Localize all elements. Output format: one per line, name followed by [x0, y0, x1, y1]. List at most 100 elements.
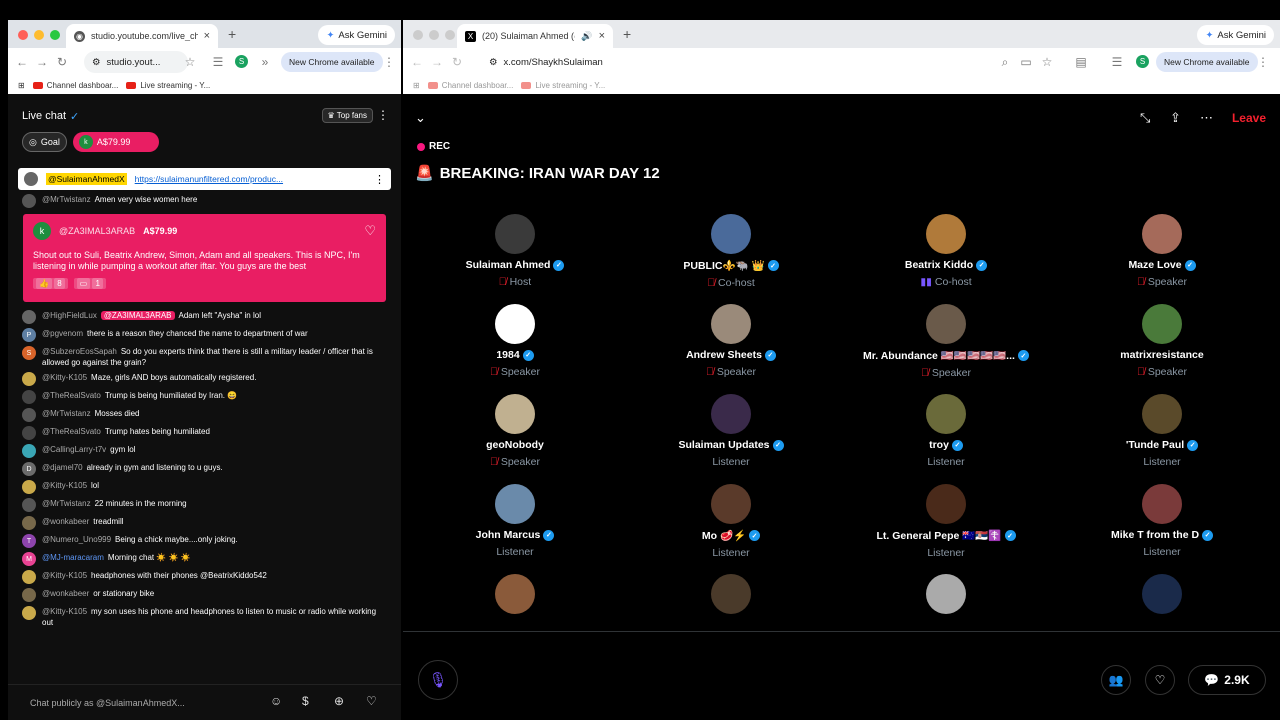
browser-tab[interactable]: X (20) Sulaiman Ahmed (@ 🔊 ×: [457, 24, 613, 48]
message-author[interactable]: @Kitty-K105: [42, 607, 87, 616]
message-author[interactable]: @CallingLarry-t7v: [42, 445, 106, 454]
collapse-chevron-icon[interactable]: ⌄: [415, 110, 426, 126]
superchat-author[interactable]: @ZA3IMAL3ARAB: [59, 226, 135, 236]
tab-search-icon[interactable]: ☰: [1107, 55, 1127, 69]
participant[interactable]: troy ✓ Listener: [846, 394, 1046, 468]
close-window-button[interactable]: [18, 30, 28, 40]
message-author[interactable]: @SubzeroEosSapah: [42, 347, 117, 356]
close-tab-icon[interactable]: ×: [204, 30, 210, 42]
participant[interactable]: geoNobody 🎙̸ Speaker: [415, 394, 615, 468]
emoji-icon[interactable]: ☺: [270, 694, 282, 708]
bookmark-live-streaming[interactable]: Live streaming - Y...: [521, 81, 605, 90]
message-author[interactable]: @MrTwistanz: [42, 195, 91, 204]
maximize-window-button[interactable]: [445, 30, 455, 40]
bookmark-star-icon[interactable]: ☆: [180, 55, 200, 69]
apps-grid-icon[interactable]: ⊞: [18, 81, 25, 90]
participant[interactable]: [415, 574, 615, 619]
profile-avatar[interactable]: S: [235, 55, 248, 68]
microphone-button[interactable]: 🎙: [418, 660, 458, 700]
people-button[interactable]: 👥: [1101, 665, 1131, 695]
participant[interactable]: [846, 574, 1046, 619]
message-author[interactable]: @MrTwistanz: [42, 499, 91, 508]
participant[interactable]: Maze Love ✓ 🎙̸ Speaker: [1062, 214, 1262, 288]
participant[interactable]: [631, 574, 831, 619]
sidepanel-icon[interactable]: ▤: [1071, 55, 1091, 69]
more-options-icon[interactable]: ⋯: [1200, 110, 1213, 126]
pinned-menu-icon[interactable]: ⋮: [374, 173, 385, 186]
pinned-message[interactable]: @SulaimanAhmedX https://sulaimanunfilter…: [18, 168, 391, 190]
chat-input[interactable]: Chat publicly as @SulaimanAhmedX... ☺ $ …: [8, 684, 401, 720]
like-count[interactable]: 👍 8: [33, 278, 68, 289]
address-bar[interactable]: ⚙ x.com/ShaykhSulaiman: [481, 51, 1021, 73]
close-tab-icon[interactable]: ×: [599, 30, 605, 42]
message-author[interactable]: @MrTwistanz: [42, 409, 91, 418]
participant[interactable]: matrixresistance 🎙̸ Speaker: [1062, 304, 1262, 378]
message-author[interactable]: @Kitty-K105: [42, 481, 87, 490]
pinned-link[interactable]: https://sulaimanunfiltered.com/produc...: [135, 174, 283, 184]
reply-count[interactable]: ▭ 1: [73, 278, 106, 289]
new-tab-button[interactable]: +: [228, 26, 236, 42]
reload-icon[interactable]: ↻: [447, 55, 467, 69]
back-icon[interactable]: ←: [407, 55, 427, 69]
browser-tab[interactable]: ◉ studio.youtube.com/live_chat ×: [66, 24, 218, 48]
message-author[interactable]: @djamel70: [42, 463, 83, 472]
zoom-icon[interactable]: ⌕: [995, 55, 1015, 70]
site-info-icon[interactable]: ⚙: [92, 57, 101, 68]
bookmark-star-icon[interactable]: ☆: [1037, 55, 1057, 69]
chat-menu-icon[interactable]: ⋮: [377, 108, 389, 122]
participant[interactable]: John Marcus ✓ Listener: [415, 484, 615, 558]
profile-avatar[interactable]: S: [1136, 55, 1149, 68]
participant[interactable]: Mr. Abundance 🇺🇸🇺🇸🇺🇸🇺🇸🇺🇸... ✓ 🎙̸ Speaker: [846, 304, 1046, 379]
bookmark-channel-dashboard[interactable]: Channel dashboar...: [32, 81, 118, 90]
message-author[interactable]: @TheRealSvato: [42, 391, 101, 400]
speaker-icon[interactable]: 🔊: [581, 31, 592, 42]
participant[interactable]: [1062, 574, 1262, 619]
participant[interactable]: 'Tunde Paul ✓ Listener: [1062, 394, 1262, 468]
mention-tag[interactable]: @ZA3IMAL3ARAB: [100, 311, 175, 320]
message-author[interactable]: @wonkabeer: [42, 589, 89, 598]
address-bar[interactable]: ⚙ studio.yout...: [84, 51, 188, 73]
maximize-window-button[interactable]: [50, 30, 60, 40]
reload-icon[interactable]: ↻: [52, 55, 72, 69]
heart-icon[interactable]: ♡: [364, 223, 376, 239]
comments-button[interactable]: 💬 2.9K: [1188, 665, 1266, 695]
ask-gemini-button[interactable]: ✦ Ask Gemini: [318, 25, 395, 45]
minimize-window-button[interactable]: [429, 30, 439, 40]
new-chrome-button[interactable]: New Chrome available: [281, 52, 383, 72]
message-author[interactable]: @MJ-maracaram: [42, 553, 104, 562]
minimize-window-button[interactable]: [34, 30, 44, 40]
apps-grid-icon[interactable]: ⊞: [413, 81, 420, 90]
message-author[interactable]: @wonkabeer: [42, 517, 89, 526]
participant[interactable]: 1984 ✓ 🎙̸ Speaker: [415, 304, 615, 378]
participant[interactable]: PUBLIC⚜️🐃 👑 ✓ 🎙̸ Co-host: [631, 214, 831, 289]
top-fans-dropdown[interactable]: ♛ Top fans: [321, 108, 373, 123]
message-author[interactable]: @Kitty-K105: [42, 571, 87, 580]
participant[interactable]: Beatrix Kiddo ✓ ▮▮ Co-host: [846, 214, 1046, 288]
participant[interactable]: Mike T from the D ✓ Listener: [1062, 484, 1262, 558]
message-author[interactable]: @pgvenom: [42, 329, 83, 338]
share-icon[interactable]: ⇪: [1170, 110, 1181, 126]
new-chrome-button[interactable]: New Chrome available: [1156, 52, 1258, 72]
forward-icon[interactable]: →: [427, 55, 447, 69]
chevron-right-icon[interactable]: »: [255, 55, 275, 69]
add-icon[interactable]: ⊕: [334, 694, 344, 708]
forward-icon[interactable]: →: [32, 55, 52, 69]
cast-icon[interactable]: ▭: [1016, 55, 1036, 69]
participant[interactable]: Sulaiman Ahmed ✓ 🎙̸ Host: [415, 214, 615, 288]
dollar-icon[interactable]: $: [302, 694, 309, 708]
close-window-button[interactable]: [413, 30, 423, 40]
bookmark-channel-dashboard[interactable]: Channel dashboar...: [427, 81, 513, 90]
bookmark-live-streaming[interactable]: Live streaming - Y...: [126, 81, 210, 90]
message-author[interactable]: @Numero_Uno999: [42, 535, 111, 544]
ask-gemini-button[interactable]: ✦ Ask Gemini: [1197, 25, 1274, 45]
message-author[interactable]: @TheRealSvato: [42, 427, 101, 436]
menu-kebab-icon[interactable]: ⋮: [1253, 55, 1273, 69]
message-author[interactable]: @HighFieldLux: [42, 311, 97, 320]
minimize-space-icon[interactable]: ⤡: [1140, 110, 1150, 126]
menu-kebab-icon[interactable]: ⋮: [379, 55, 399, 69]
site-info-icon[interactable]: ⚙: [489, 57, 498, 68]
message-author[interactable]: @Kitty-K105: [42, 373, 87, 382]
participant[interactable]: Sulaiman Updates ✓ Listener: [631, 394, 831, 468]
leave-button[interactable]: Leave: [1232, 111, 1266, 125]
goal-chip[interactable]: ◎ Goal: [22, 132, 67, 152]
